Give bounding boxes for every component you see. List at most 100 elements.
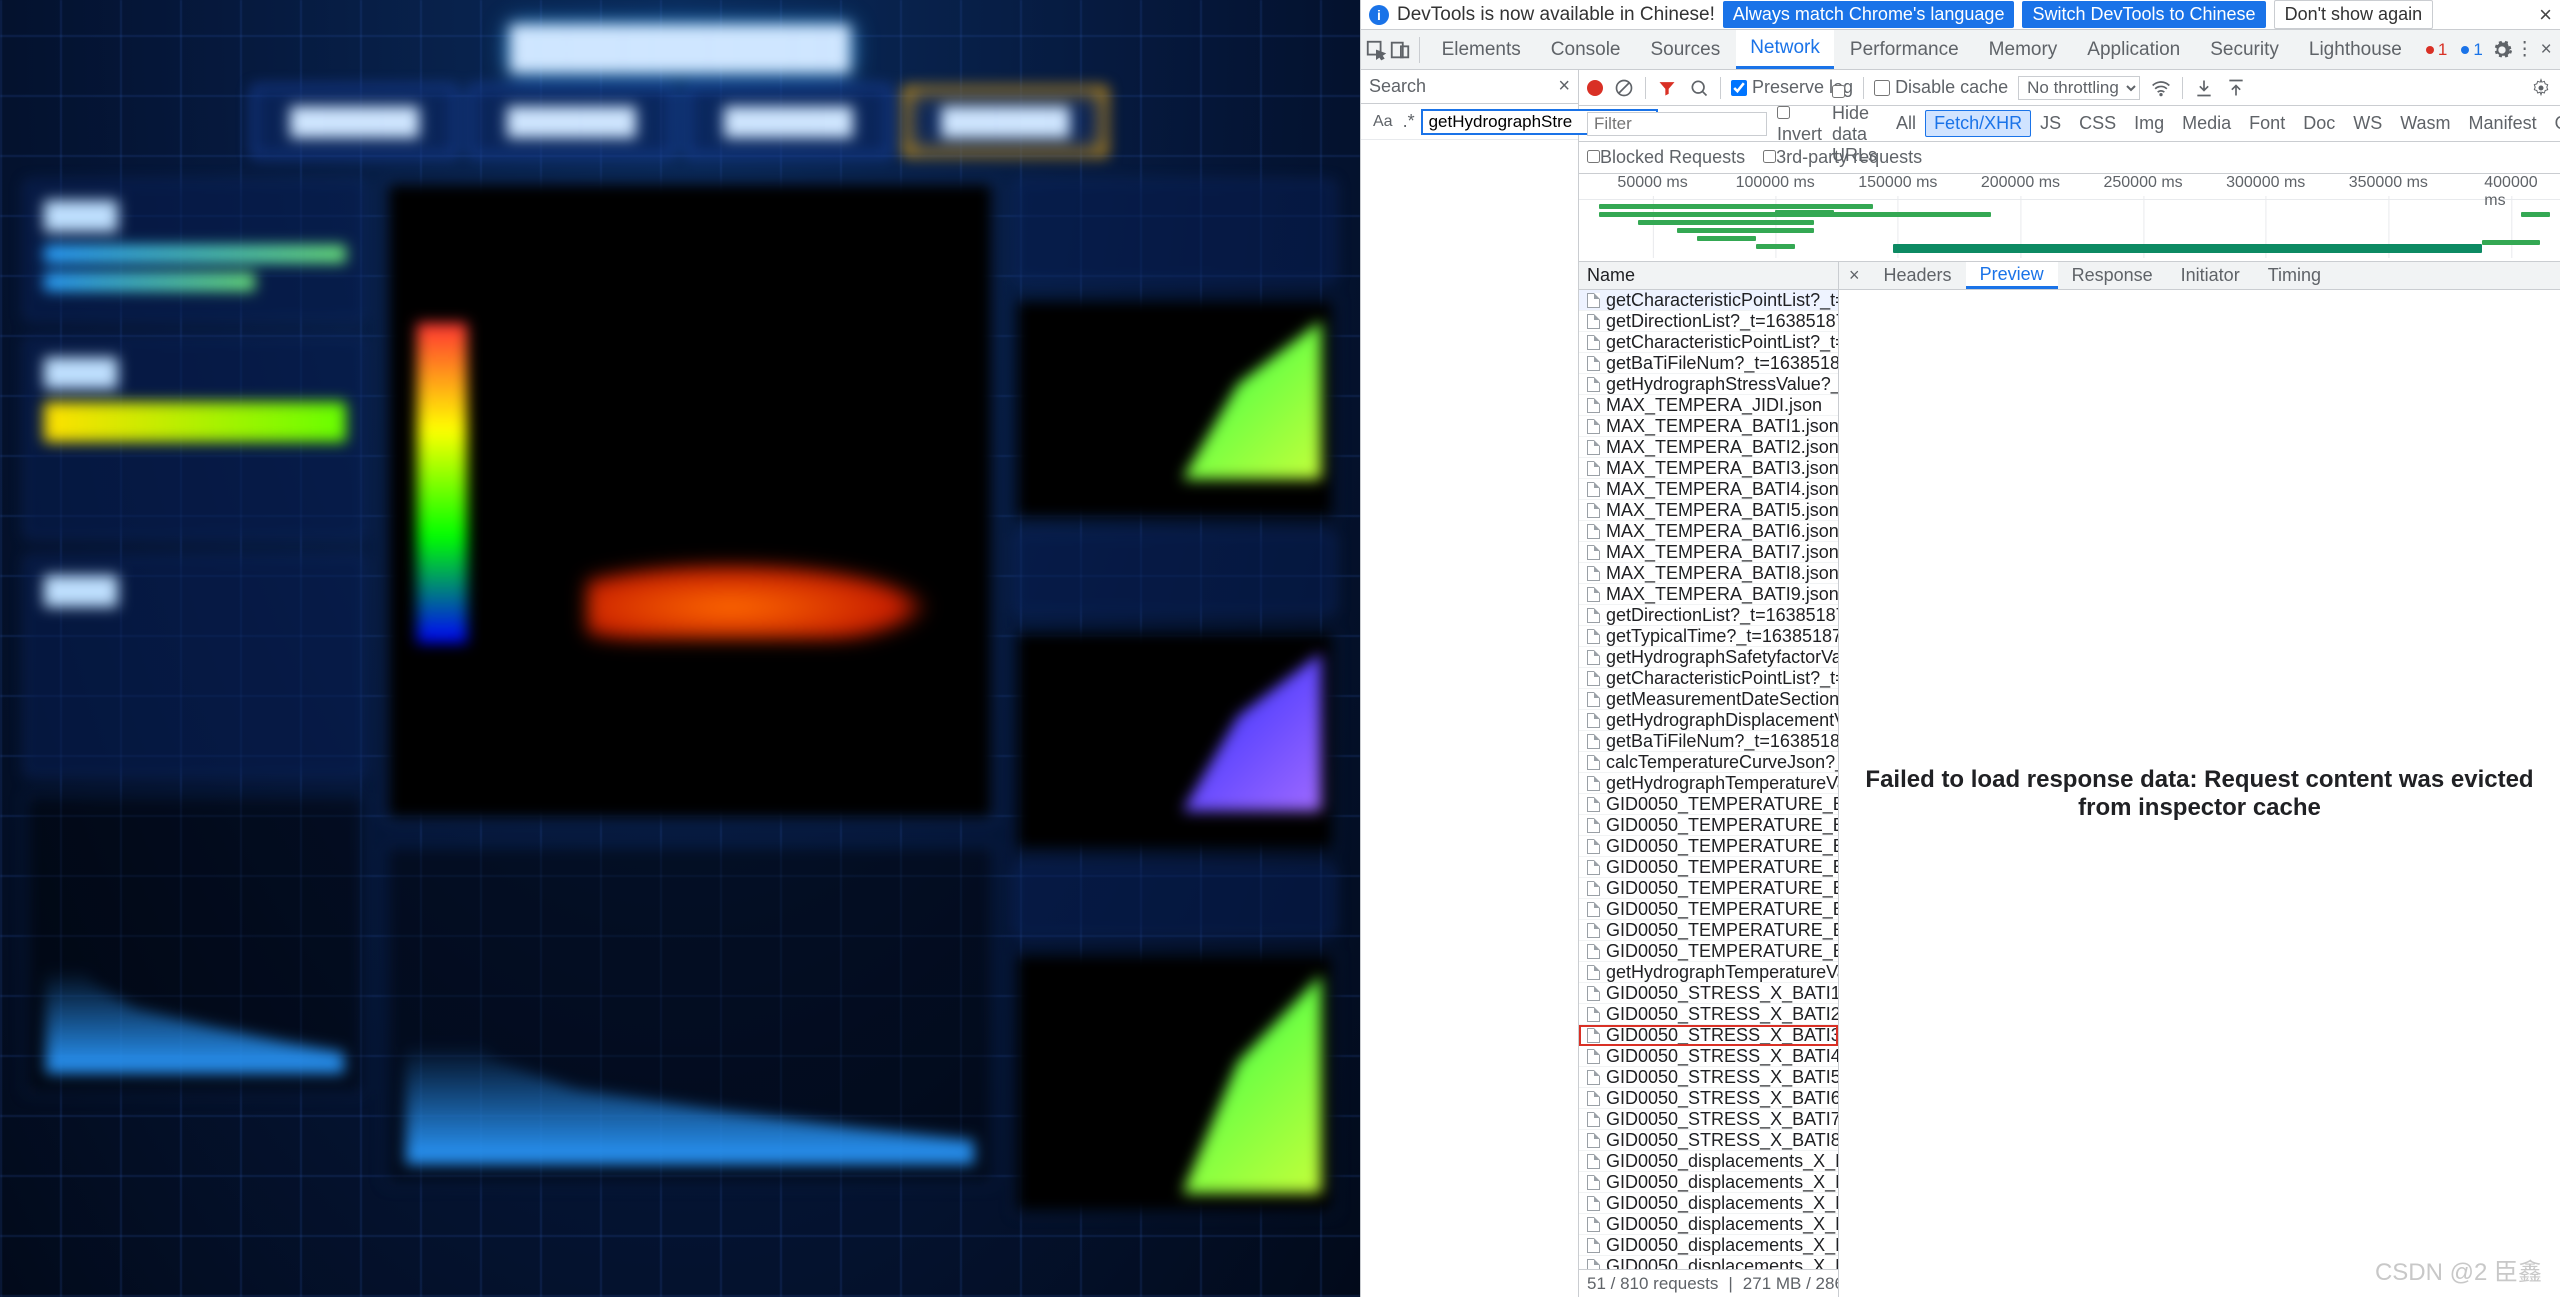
dashboard-btn-4[interactable]: ███████ <box>903 86 1108 157</box>
type-filter-img[interactable]: Img <box>2125 110 2173 137</box>
request-row[interactable]: GID0050_TEMPERATURE_BATI1.json <box>1579 794 1838 815</box>
request-row[interactable]: calcTemperatureCurveJson?_t=16385 <box>1579 752 1838 773</box>
request-row[interactable]: GID0050_STRESS_X_BATI4.json <box>1579 1046 1838 1067</box>
type-filter-ws[interactable]: WS <box>2344 110 2391 137</box>
detail-tab-timing[interactable]: Timing <box>2254 262 2335 289</box>
type-filter-media[interactable]: Media <box>2173 110 2240 137</box>
request-row[interactable]: getHydrographStressValue?_t=16385 <box>1579 374 1838 395</box>
request-row[interactable]: getDirectionList?_t=1638518788 <box>1579 605 1838 626</box>
request-list[interactable]: getCharacteristicPointList?_t=163851getD… <box>1579 290 1838 1269</box>
main-tab-security[interactable]: Security <box>2196 30 2293 69</box>
infobar-close-icon[interactable]: × <box>2539 2 2552 28</box>
third-party-checkbox[interactable]: 3rd-party requests <box>1763 147 1922 168</box>
request-row[interactable]: GID0050_displacements_X_BATI4.json <box>1579 1214 1838 1235</box>
request-row[interactable]: getCharacteristicPointList?_t=163851 <box>1579 668 1838 689</box>
request-row[interactable]: GID0050_displacements_X_BATI6.json <box>1579 1256 1838 1269</box>
more-icon[interactable]: ⋮ <box>2515 33 2535 67</box>
search-regex-toggle[interactable]: .* <box>1403 111 1415 132</box>
request-row[interactable]: MAX_TEMPERA_BATI1.json <box>1579 416 1838 437</box>
detail-tab-preview[interactable]: Preview <box>1966 262 2058 289</box>
search-icon[interactable] <box>1688 77 1710 99</box>
request-row[interactable]: GID0050_STRESS_X_BATI2.json <box>1579 1004 1838 1025</box>
request-row[interactable]: GID0050_displacements_X_BATI3.json <box>1579 1193 1838 1214</box>
request-row[interactable]: GID0050_STRESS_X_BATI5.json <box>1579 1067 1838 1088</box>
invert-checkbox[interactable]: Invert <box>1777 103 1822 145</box>
errors-indicator[interactable]: 1 <box>2420 40 2453 60</box>
request-row[interactable]: getTypicalTime?_t=1638518788&proj <box>1579 626 1838 647</box>
main-tab-performance[interactable]: Performance <box>1836 30 1973 69</box>
dashboard-btn-1[interactable]: ███████ <box>252 86 457 157</box>
type-filter-manifest[interactable]: Manifest <box>2460 110 2546 137</box>
request-row[interactable]: GID0050_TEMPERATURE_BATI6.json <box>1579 899 1838 920</box>
request-row[interactable]: getMeasurementDateSection?_t=163 <box>1579 689 1838 710</box>
disable-cache-checkbox[interactable]: Disable cache <box>1874 77 2008 98</box>
request-row[interactable]: GID0050_TEMPERATURE_BATI8.json <box>1579 941 1838 962</box>
dashboard-btn-3[interactable]: ███████ <box>686 86 891 157</box>
request-row[interactable]: MAX_TEMPERA_BATI7.json <box>1579 542 1838 563</box>
request-row[interactable]: MAX_TEMPERA_BATI8.json <box>1579 563 1838 584</box>
device-toolbar-icon[interactable] <box>1389 33 1411 67</box>
request-row[interactable]: MAX_TEMPERA_BATI2.json <box>1579 437 1838 458</box>
main-tab-sources[interactable]: Sources <box>1637 30 1735 69</box>
request-row[interactable]: GID0050_TEMPERATURE_BATI5.json <box>1579 878 1838 899</box>
request-row[interactable]: MAX_TEMPERA_BATI6.json <box>1579 521 1838 542</box>
main-tab-application[interactable]: Application <box>2073 30 2194 69</box>
main-tab-elements[interactable]: Elements <box>1428 30 1535 69</box>
network-overview[interactable]: 50000 ms100000 ms150000 ms200000 ms25000… <box>1579 174 2560 262</box>
type-filter-other[interactable]: Other <box>2546 110 2560 137</box>
inspect-element-icon[interactable] <box>1365 33 1387 67</box>
main-tab-memory[interactable]: Memory <box>1975 30 2072 69</box>
devtools-close-icon[interactable]: × <box>2536 33 2556 67</box>
type-filter-js[interactable]: JS <box>2031 110 2070 137</box>
request-row[interactable]: GID0050_TEMPERATURE_BATI2.json <box>1579 815 1838 836</box>
clear-icon[interactable] <box>1613 77 1635 99</box>
request-row[interactable]: GID0050_STRESS_X_BATI7.json <box>1579 1109 1838 1130</box>
main-tab-console[interactable]: Console <box>1537 30 1635 69</box>
request-row[interactable]: MAX_TEMPERA_BATI4.json <box>1579 479 1838 500</box>
request-row[interactable]: GID0050_displacements_X_BATI5.json <box>1579 1235 1838 1256</box>
search-case-toggle[interactable]: Aa <box>1369 111 1397 133</box>
import-har-icon[interactable] <box>2193 77 2215 99</box>
type-filter-font[interactable]: Font <box>2240 110 2294 137</box>
search-close-icon[interactable]: × <box>1558 75 1570 98</box>
request-row[interactable]: GID0050_STRESS_X_BATI8.json <box>1579 1130 1838 1151</box>
type-filter-css[interactable]: CSS <box>2070 110 2125 137</box>
request-row[interactable]: GID0050_STRESS_X_BATI1.json <box>1579 983 1838 1004</box>
request-row[interactable]: GID0050_TEMPERATURE_BATI4.json <box>1579 857 1838 878</box>
main-tab-lighthouse[interactable]: Lighthouse <box>2295 30 2416 69</box>
request-row[interactable]: getHydrographSafetyfactorValue?_t= <box>1579 647 1838 668</box>
dashboard-btn-2[interactable]: ███████ <box>469 86 674 157</box>
blocked-requests-checkbox[interactable]: Blocked Requests <box>1587 147 1745 168</box>
network-settings-icon[interactable] <box>2530 77 2552 99</box>
infobar-dismiss-button[interactable]: Don't show again <box>2274 0 2434 29</box>
request-row[interactable]: getDirectionList?_t=1638518788 <box>1579 311 1838 332</box>
record-button[interactable] <box>1587 80 1603 96</box>
type-filter-wasm[interactable]: Wasm <box>2391 110 2459 137</box>
request-row[interactable]: GID0050_TEMPERATURE_BATI7.json <box>1579 920 1838 941</box>
main-3d-viewer[interactable] <box>385 181 995 821</box>
type-filter-fetch-xhr[interactable]: Fetch/XHR <box>1925 110 2031 137</box>
request-row[interactable]: GID0050_STRESS_X_BATI3.json <box>1579 1025 1838 1046</box>
export-har-icon[interactable] <box>2225 77 2247 99</box>
filter-icon[interactable] <box>1656 77 1678 99</box>
name-column-header[interactable]: Name <box>1579 262 1838 290</box>
detail-tab-initiator[interactable]: Initiator <box>2167 262 2254 289</box>
request-row[interactable]: MAX_TEMPERA_BATI3.json <box>1579 458 1838 479</box>
request-row[interactable]: getCharacteristicPointList?_t=163851 <box>1579 290 1838 311</box>
infobar-match-lang-button[interactable]: Always match Chrome's language <box>1723 1 2015 28</box>
main-tab-network[interactable]: Network <box>1736 30 1834 69</box>
request-row[interactable]: GID0050_TEMPERATURE_BATI3.json <box>1579 836 1838 857</box>
request-row[interactable]: getBaTiFileNum?_t=1638518837&pro <box>1579 731 1838 752</box>
type-filter-doc[interactable]: Doc <box>2294 110 2344 137</box>
infobar-switch-lang-button[interactable]: Switch DevTools to Chinese <box>2022 1 2265 28</box>
request-row[interactable]: getHydrographDisplacementValue?_t <box>1579 710 1838 731</box>
type-filter-all[interactable]: All <box>1887 110 1925 137</box>
settings-icon[interactable] <box>2491 33 2513 67</box>
request-row[interactable]: MAX_TEMPERA_BATI5.json <box>1579 500 1838 521</box>
request-row[interactable]: getBaTiFileNum?_t=1638518788&pro <box>1579 353 1838 374</box>
filter-input[interactable] <box>1587 112 1767 136</box>
request-row[interactable]: getHydrographTemperatureValue?_t= <box>1579 773 1838 794</box>
request-row[interactable]: MAX_TEMPERA_BATI9.json <box>1579 584 1838 605</box>
detail-tab-response[interactable]: Response <box>2058 262 2167 289</box>
request-row[interactable]: MAX_TEMPERA_JIDI.json <box>1579 395 1838 416</box>
